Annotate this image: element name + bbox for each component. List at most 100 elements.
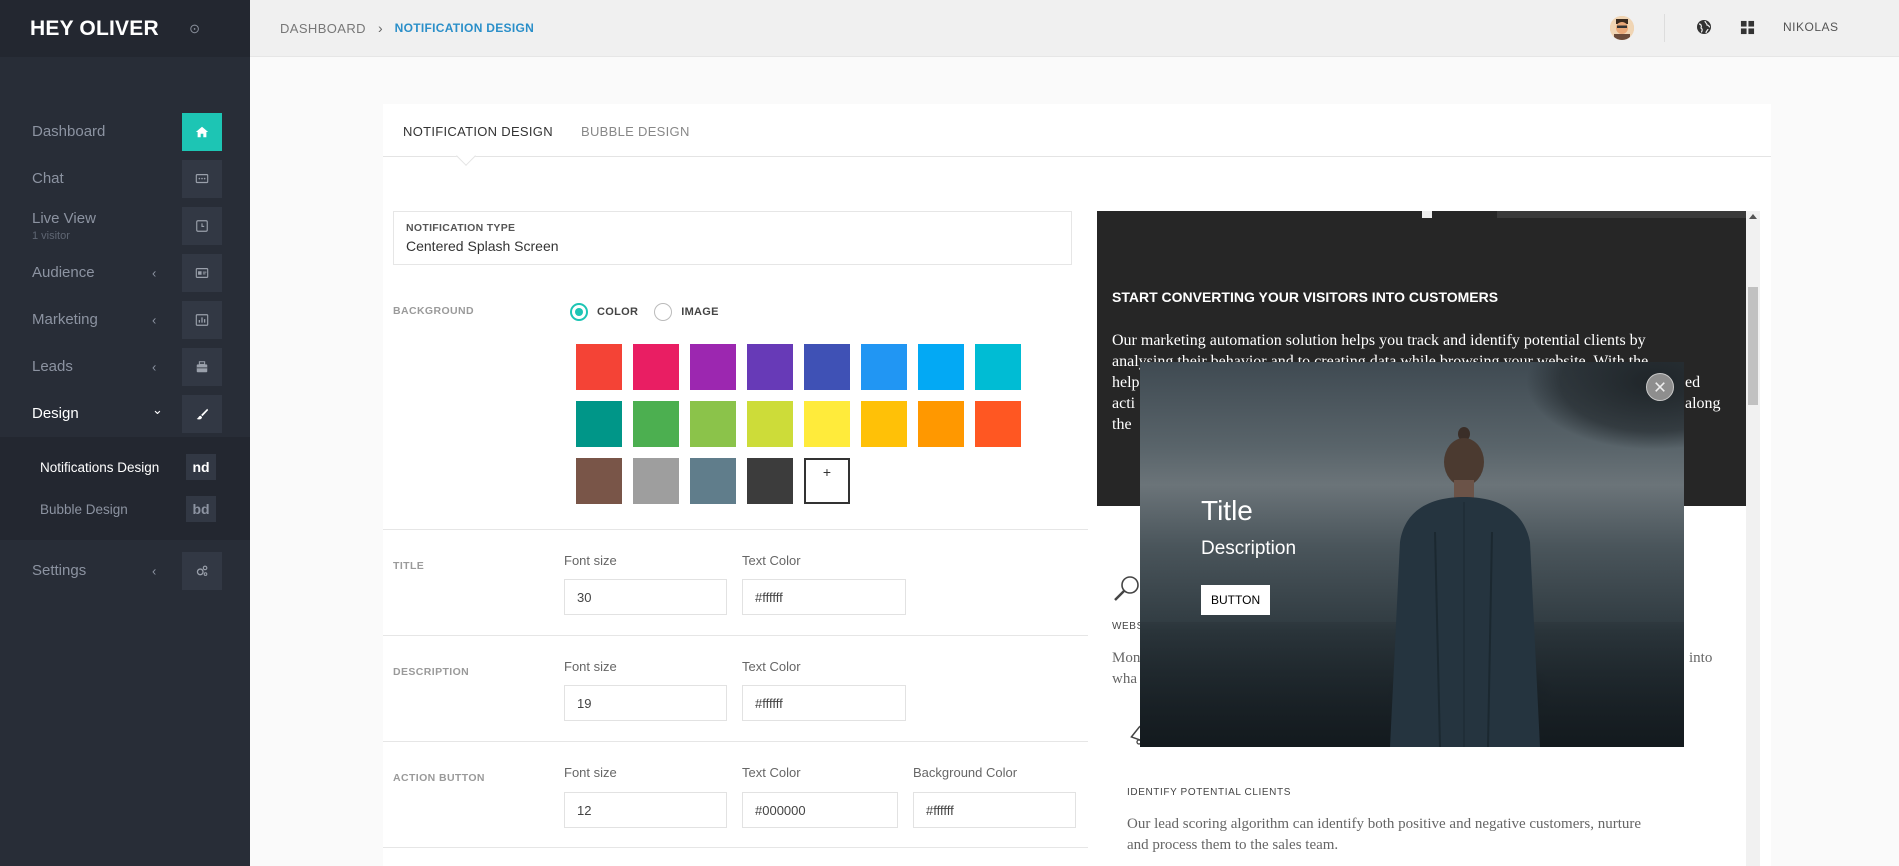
color-swatch[interactable] — [918, 344, 964, 390]
feature-text: Our lead scoring algorithm can identify … — [1127, 814, 1727, 856]
breadcrumb: DASHBOARD › NOTIFICATION DESIGN — [280, 20, 534, 36]
notification-type-value: Centered Splash Screen — [406, 238, 559, 254]
sidebar-item-chat[interactable]: Chat — [0, 155, 250, 202]
background-type-radio: COLOR IMAGE — [570, 303, 735, 321]
color-swatch[interactable] — [861, 344, 907, 390]
color-swatch[interactable] — [747, 401, 793, 447]
color-swatch[interactable] — [975, 344, 1021, 390]
leads-icon — [182, 347, 222, 386]
action-text-color-input[interactable]: #000000 — [742, 792, 898, 828]
color-swatch[interactable] — [633, 344, 679, 390]
title-font-size-label: Font size — [564, 553, 617, 568]
color-swatch[interactable] — [690, 458, 736, 504]
scroll-up-icon[interactable] — [1749, 214, 1757, 219]
chart-icon — [182, 300, 222, 339]
radio-color[interactable]: COLOR — [570, 303, 638, 321]
scrollbar-thumb[interactable] — [1748, 287, 1758, 405]
sidebar-item-label: Marketing — [32, 311, 98, 328]
color-swatch[interactable] — [690, 344, 736, 390]
popup-background-person — [1390, 427, 1540, 747]
magnifier-icon — [1112, 573, 1142, 608]
description-section-label: DESCRIPTION — [393, 666, 470, 678]
description-font-size-label: Font size — [564, 659, 617, 674]
color-swatch[interactable] — [975, 401, 1021, 447]
sidebar-item-label: Leads — [32, 358, 73, 375]
brush-icon — [182, 394, 222, 433]
notification-type-select[interactable]: NOTIFICATION TYPE Centered Splash Screen — [393, 211, 1072, 265]
preview-scrollbar[interactable] — [1746, 211, 1760, 866]
feature-text-fragment: into — [1689, 650, 1713, 666]
sidebar-item-live-view[interactable]: Live View 1 visitor — [0, 202, 250, 249]
submenu-label: Bubble Design — [40, 501, 128, 517]
sidebar-item-dashboard[interactable]: Dashboard — [0, 108, 250, 155]
radio-image[interactable]: IMAGE — [654, 303, 719, 321]
user-menu[interactable]: NIKOLAS — [1783, 20, 1839, 34]
color-swatch[interactable] — [747, 458, 793, 504]
add-color-button[interactable]: + — [804, 458, 850, 504]
feature-text-fragment: Mon — [1112, 650, 1141, 666]
feature-title: IDENTIFY POTENTIAL CLIENTS — [1127, 787, 1291, 798]
color-swatch[interactable] — [804, 344, 850, 390]
globe-icon[interactable] — [1694, 17, 1714, 37]
sidebar-item-design[interactable]: Design ⌄ — [0, 390, 250, 437]
sidebar-item-label: Dashboard — [32, 123, 106, 140]
title-section-label: TITLE — [393, 560, 425, 572]
color-swatch[interactable] — [576, 458, 622, 504]
radio-color-button[interactable] — [570, 303, 588, 321]
color-swatch[interactable] — [576, 401, 622, 447]
sidebar-item-marketing[interactable]: Marketing ‹ — [0, 296, 250, 343]
color-swatch[interactable] — [804, 401, 850, 447]
color-swatch[interactable] — [918, 401, 964, 447]
color-swatch[interactable] — [633, 401, 679, 447]
color-swatch[interactable] — [861, 401, 907, 447]
radio-image-label: IMAGE — [681, 306, 719, 318]
color-swatch[interactable] — [576, 344, 622, 390]
breadcrumb-dashboard[interactable]: DASHBOARD — [280, 21, 366, 36]
audience-icon — [182, 253, 222, 292]
action-font-size-label: Font size — [564, 765, 617, 780]
description-text-color-input[interactable]: #ffffff — [742, 685, 906, 721]
chevron-left-icon: ‹ — [152, 312, 157, 327]
paragraph-fragment: anal — [1112, 353, 1139, 370]
design-tabs: NOTIFICATION DESIGN BUBBLE DESIGN — [383, 104, 1771, 166]
paragraph-fragment: along — [1685, 395, 1721, 412]
radio-color-label: COLOR — [597, 306, 639, 318]
action-font-size-input[interactable]: 12 — [564, 792, 727, 828]
action-button-section-label: ACTION BUTTON — [393, 772, 485, 784]
color-swatch[interactable] — [747, 344, 793, 390]
sidebar-item-leads[interactable]: Leads ‹ — [0, 343, 250, 390]
popup-action-button[interactable]: BUTTON — [1201, 585, 1271, 615]
action-bg-color-label: Background Color — [913, 765, 1018, 780]
home-icon — [182, 112, 222, 151]
topbar: DASHBOARD › NOTIFICATION DESIGN NIKOLAS — [250, 0, 1899, 57]
brand-logo[interactable]: HEY OLIVER — [30, 17, 159, 41]
sidebar: HEY OLIVER ⊙ Dashboard Chat Live View 1 … — [0, 0, 250, 866]
title-text-color-input[interactable]: #ffffff — [742, 579, 906, 615]
avatar[interactable] — [1610, 16, 1634, 40]
sidebar-item-settings[interactable]: Settings ‹ — [0, 547, 250, 594]
submenu-notifications-design[interactable]: Notifications Design nd — [0, 446, 250, 488]
description-font-size-input[interactable]: 19 — [564, 685, 727, 721]
title-text-color-label: Text Color — [742, 553, 801, 568]
popup-title: Title — [1201, 495, 1253, 526]
sidebar-item-audience[interactable]: Audience ‹ — [0, 249, 250, 296]
submenu-bubble-design[interactable]: Bubble Design bd — [0, 488, 250, 530]
action-text-color-label: Text Color — [742, 765, 801, 780]
sidebar-toggle-icon[interactable]: ⊙ — [189, 21, 200, 37]
radio-image-button[interactable] — [654, 303, 673, 321]
tab-notification-design[interactable]: NOTIFICATION DESIGN — [403, 124, 553, 139]
action-bg-color-input[interactable]: #ffffff — [913, 792, 1076, 828]
color-swatch[interactable] — [690, 401, 736, 447]
breadcrumb-current: NOTIFICATION DESIGN — [394, 21, 535, 35]
color-swatch[interactable] — [633, 458, 679, 504]
apps-grid-icon[interactable] — [1737, 17, 1757, 37]
hero-stripe — [1422, 211, 1432, 218]
tab-bubble-design[interactable]: BUBBLE DESIGN — [581, 124, 690, 139]
sidebar-item-label: Design — [32, 405, 79, 422]
popup-close-button[interactable] — [1646, 373, 1674, 401]
paragraph-line: Our marketing automation solution helps … — [1112, 332, 1646, 349]
visitor-count: 1 visitor — [32, 229, 70, 242]
section-divider — [383, 529, 1088, 530]
title-font-size-input[interactable]: 30 — [564, 579, 727, 615]
paragraph-fragment: help — [1112, 374, 1140, 391]
